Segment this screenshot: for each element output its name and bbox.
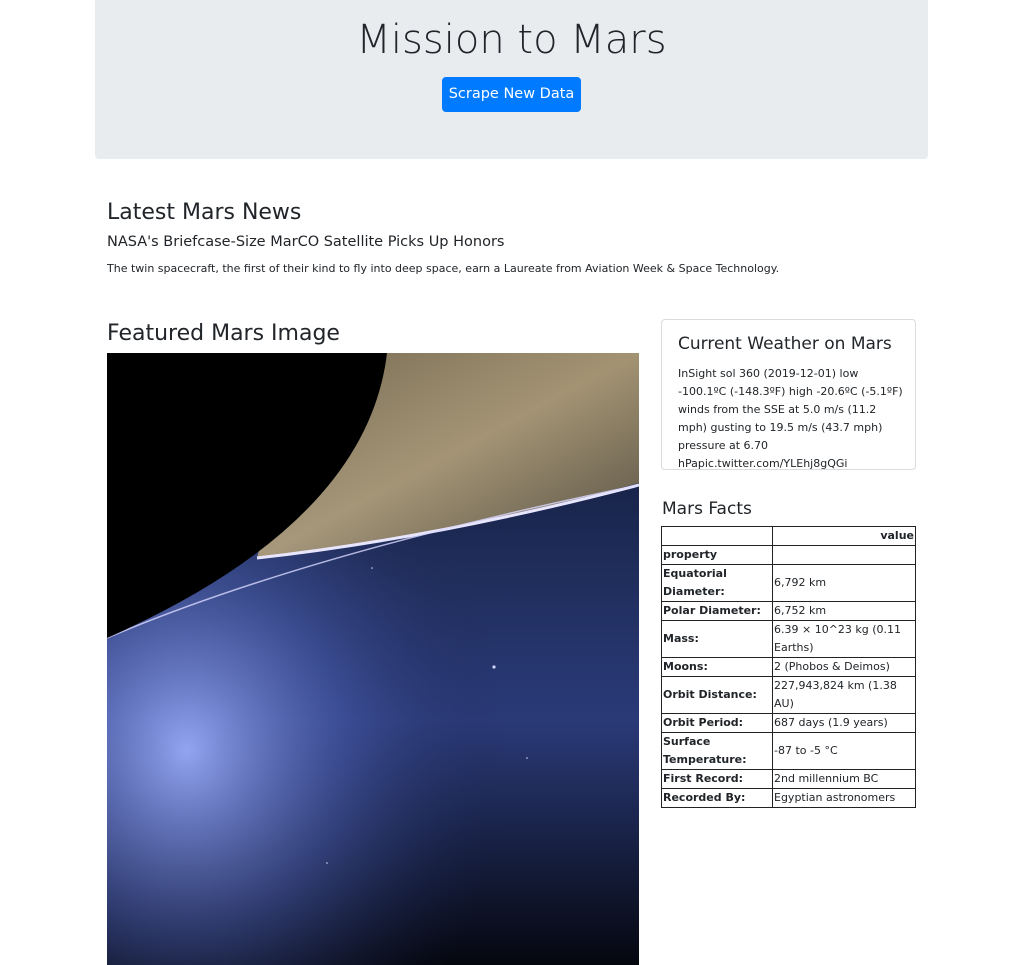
page-title: Mission to Mars bbox=[356, 17, 667, 63]
fact-value: 2nd millennium BC bbox=[772, 769, 916, 789]
featured-image-title: Featured Mars Image bbox=[107, 321, 340, 346]
news-section-title: Latest Mars News bbox=[107, 200, 302, 225]
news-headline: NASA's Briefcase-Size MarCO Satellite Pi… bbox=[107, 234, 505, 250]
fact-property: Surface Temperature: bbox=[661, 732, 773, 770]
fact-property: Orbit Period: bbox=[661, 713, 773, 733]
table-row: Recorded By: Egyptian astronomers bbox=[661, 788, 916, 808]
featured-image[interactable] bbox=[107, 353, 639, 965]
fact-value: 6.39 × 10^23 kg (0.11 Earths) bbox=[772, 620, 916, 658]
fact-property: Recorded By: bbox=[661, 788, 773, 808]
table-header-row: property bbox=[661, 545, 916, 565]
fact-property: First Record: bbox=[661, 769, 773, 789]
news-paragraph: The twin spacecraft, the first of their … bbox=[107, 262, 780, 275]
fact-property: Equatorial Diameter: bbox=[661, 564, 773, 602]
table-row: Surface Temperature: -87 to -5 °C bbox=[661, 732, 916, 770]
facts-title: Mars Facts bbox=[662, 499, 752, 519]
fact-value: Egyptian astronomers bbox=[772, 788, 916, 808]
table-header-empty bbox=[772, 545, 916, 565]
fact-property: Mass: bbox=[661, 620, 773, 658]
scrape-new-data-button[interactable]: Scrape New Data bbox=[442, 77, 581, 112]
fact-value: 227,943,824 km (1.38 AU) bbox=[772, 676, 916, 714]
table-header-value: value bbox=[772, 526, 916, 546]
weather-title: Current Weather on Mars bbox=[678, 334, 892, 354]
fact-property: Moons: bbox=[661, 657, 773, 677]
fact-value: -87 to -5 °C bbox=[772, 732, 916, 770]
table-row: Orbit Distance: 227,943,824 km (1.38 AU) bbox=[661, 676, 916, 714]
table-row: Moons: 2 (Phobos & Deimos) bbox=[661, 657, 916, 677]
table-header-empty bbox=[661, 526, 773, 546]
weather-text: InSight sol 360 (2019-12-01) low -100.1º… bbox=[678, 367, 903, 470]
table-row: Equatorial Diameter: 6,792 km bbox=[661, 564, 916, 602]
jumbotron: Mission to Mars Scrape New Data bbox=[95, 0, 928, 159]
table-header-row: value bbox=[661, 526, 916, 546]
mars-facts-table: value property Equatorial Diameter: 6,792… bbox=[661, 526, 916, 808]
fact-property: Orbit Distance: bbox=[661, 676, 773, 714]
table-row: Mass: 6.39 × 10^23 kg (0.11 Earths) bbox=[661, 620, 916, 658]
fact-property: Polar Diameter: bbox=[661, 601, 773, 621]
weather-card: Current Weather on Mars InSight sol 360 … bbox=[661, 319, 916, 470]
table-header-property: property bbox=[661, 545, 773, 565]
fact-value: 2 (Phobos & Deimos) bbox=[772, 657, 916, 677]
fact-value: 687 days (1.9 years) bbox=[772, 713, 916, 733]
table-row: Polar Diameter: 6,752 km bbox=[661, 601, 916, 621]
table-row: First Record: 2nd millennium BC bbox=[661, 769, 916, 789]
fact-value: 6,792 km bbox=[772, 564, 916, 602]
fact-value: 6,752 km bbox=[772, 601, 916, 621]
table-row: Orbit Period: 687 days (1.9 years) bbox=[661, 713, 916, 733]
